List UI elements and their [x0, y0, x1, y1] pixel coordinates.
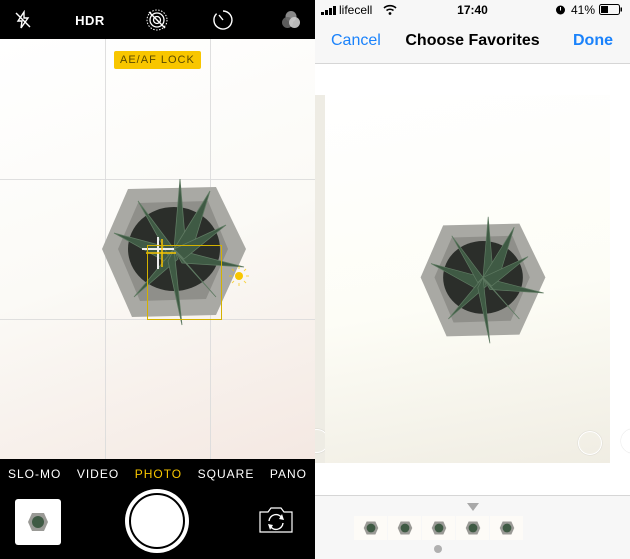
current-position-indicator [467, 503, 479, 511]
previous-photo-edge[interactable] [315, 95, 325, 463]
live-photo-off-icon[interactable] [143, 7, 171, 33]
camera-top-bar: HDR [0, 0, 315, 39]
mode-slo-mo[interactable]: SLO-MO [8, 467, 61, 481]
plant-photo [420, 216, 546, 344]
status-bar: lifecell 17:40 41% [315, 0, 630, 20]
camera-mode-selector[interactable]: SLO-MO VIDEO PHOTO SQUARE PANO [0, 459, 315, 489]
flash-off-icon[interactable] [10, 7, 36, 33]
mode-square[interactable]: SQUARE [198, 467, 255, 481]
burst-thumbnail[interactable] [456, 516, 489, 540]
burst-thumbnail[interactable] [388, 516, 421, 540]
viewfinder[interactable]: AE/AF LOCK [0, 39, 315, 459]
battery-icon [599, 4, 622, 15]
plant-thumbnail-image [28, 513, 48, 531]
last-photo-thumbnail[interactable] [15, 499, 61, 545]
shutter-button[interactable] [125, 489, 189, 553]
navigation-bar: Cancel Choose Favorites Done [315, 20, 630, 64]
burst-thumbnail[interactable] [354, 516, 387, 540]
alarm-icon [556, 5, 565, 15]
shutter-inner [129, 493, 185, 549]
focus-box[interactable] [147, 245, 222, 320]
mode-video[interactable]: VIDEO [77, 467, 119, 481]
ae-af-lock-badge: AE/AF LOCK [114, 51, 201, 69]
burst-thumbnail[interactable] [490, 516, 523, 540]
timer-icon[interactable] [210, 7, 236, 33]
choose-favorites-screen: lifecell 17:40 41% Cancel Choose Favorit… [315, 0, 630, 559]
mode-photo[interactable]: PHOTO [135, 467, 182, 481]
done-button[interactable]: Done [573, 32, 613, 50]
burst-thumbnail-strip[interactable] [315, 495, 630, 559]
next-select-circle[interactable] [621, 429, 630, 453]
filters-icon[interactable] [278, 7, 304, 33]
exposure-sun-icon[interactable] [228, 265, 250, 287]
suggested-photo-dot [434, 545, 442, 553]
hdr-button[interactable]: HDR [74, 7, 106, 33]
burst-photo-preview[interactable] [325, 95, 610, 463]
switch-camera-icon[interactable] [258, 506, 294, 539]
battery-percent: 41% [571, 3, 596, 17]
camera-screen: HDR AE/AF LOCK SLO-MO VIDEO PHOTO SQUARE… [0, 0, 315, 559]
mode-pano[interactable]: PANO [270, 467, 307, 481]
burst-thumbnail[interactable] [422, 516, 455, 540]
select-circle[interactable] [578, 431, 602, 455]
